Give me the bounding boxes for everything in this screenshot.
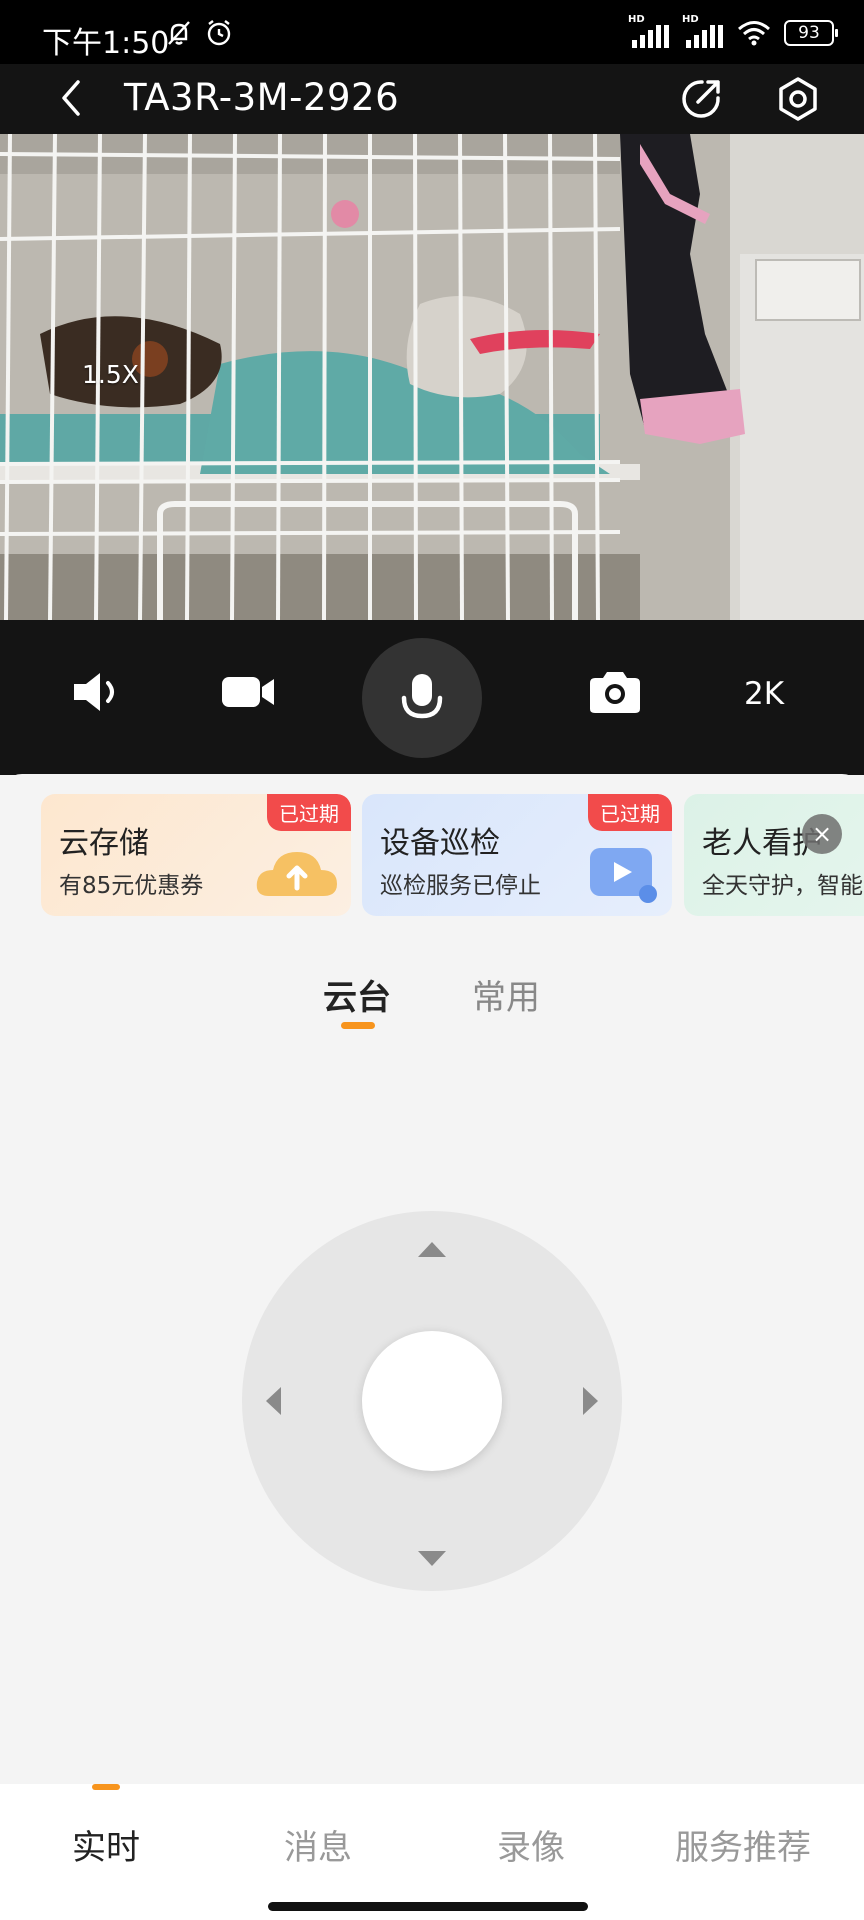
card-title: 设备巡检 (380, 826, 500, 861)
card-subtitle: 巡检服务已停止 (380, 873, 541, 899)
expired-badge: 已过期 (588, 794, 672, 831)
settings-button[interactable] (775, 76, 821, 122)
talk-button[interactable] (362, 638, 482, 758)
nav-services[interactable]: 服务推荐 (675, 1820, 811, 1869)
cloud-storage-card[interactable]: 云存储 有85元优惠券 已过期 (41, 794, 351, 916)
top-app-bar: TA3R-3M-2926 (0, 64, 864, 134)
camera-live-video[interactable]: 1.5X (0, 134, 864, 620)
signal-icon: HD (682, 14, 724, 48)
ptz-direction-pad[interactable] (242, 1211, 622, 1591)
pan-right-arrow-icon[interactable] (583, 1387, 598, 1415)
back-chevron-icon (62, 80, 80, 116)
pan-up-arrow-icon[interactable] (418, 1242, 446, 1257)
elderly-care-card[interactable]: 老人看护 全天守护，智能 (684, 794, 864, 916)
device-title: TA3R-3M-2926 (124, 76, 400, 119)
ptz-center-button[interactable] (362, 1331, 502, 1471)
control-tabs: 云台 常用 (0, 970, 864, 1040)
bell-off-icon (168, 21, 190, 45)
nav-recordings[interactable]: 录像 (497, 1820, 565, 1869)
bottom-navigation: 实时 消息 录像 服务推荐 (0, 1784, 864, 1884)
back-button[interactable] (50, 76, 94, 120)
battery-icon: 93 (784, 20, 838, 46)
share-button[interactable] (678, 76, 724, 122)
alarm-icon (207, 20, 231, 46)
camera-controls-bar: 2K (0, 620, 864, 775)
card-subtitle: 有85元优惠券 (59, 873, 204, 899)
status-left-icons (164, 18, 234, 48)
share-icon (682, 80, 720, 118)
tab-common[interactable]: 常用 (472, 970, 540, 1019)
home-indicator[interactable] (268, 1902, 588, 1911)
expired-badge: 已过期 (267, 794, 351, 831)
zoom-level-label: 1.5X (82, 360, 139, 389)
video-record-icon (222, 677, 274, 707)
resolution-button[interactable]: 2K (744, 676, 784, 712)
nav-live[interactable]: 实时 (72, 1820, 140, 1869)
card-subtitle: 全天守护，智能 (702, 873, 863, 899)
cloud-upload-icon (256, 852, 337, 896)
settings-hexagon-icon (779, 77, 817, 121)
speaker-icon (74, 673, 114, 711)
signal-hd-label: HD (682, 14, 699, 25)
close-cards-button[interactable]: × (802, 814, 842, 854)
mute-button[interactable] (66, 660, 130, 724)
tab-ptz[interactable]: 云台 (323, 970, 391, 1019)
control-panel: 云存储 有85元优惠券 已过期 设备巡检 巡检服务已停止 已过期 老人看护 全天… (0, 774, 864, 1784)
wifi-icon (738, 21, 770, 46)
pan-down-arrow-icon[interactable] (418, 1551, 446, 1566)
card-title: 云存储 (59, 826, 149, 861)
screenshot-button[interactable] (583, 660, 647, 724)
service-cards: 云存储 有85元优惠券 已过期 设备巡检 巡检服务已停止 已过期 老人看护 全天… (0, 794, 864, 916)
record-video-button[interactable] (216, 660, 280, 724)
camera-icon (590, 672, 640, 713)
device-patrol-card[interactable]: 设备巡检 巡检服务已停止 已过期 (362, 794, 672, 916)
status-bar: 下午1:50 HD HD 93 (0, 0, 864, 64)
status-time: 下午1:50 (42, 26, 170, 61)
video-chat-icon (590, 848, 657, 903)
pan-left-arrow-icon[interactable] (266, 1387, 281, 1415)
active-tab-indicator (341, 1022, 375, 1029)
signal-icon: HD (628, 14, 670, 48)
nav-active-indicator (92, 1784, 120, 1790)
gesture-area (0, 1884, 864, 1920)
microphone-icon (401, 674, 443, 719)
signal-hd-label: HD (628, 14, 645, 25)
status-right: HD HD 93 (628, 14, 838, 48)
nav-messages[interactable]: 消息 (284, 1820, 352, 1869)
